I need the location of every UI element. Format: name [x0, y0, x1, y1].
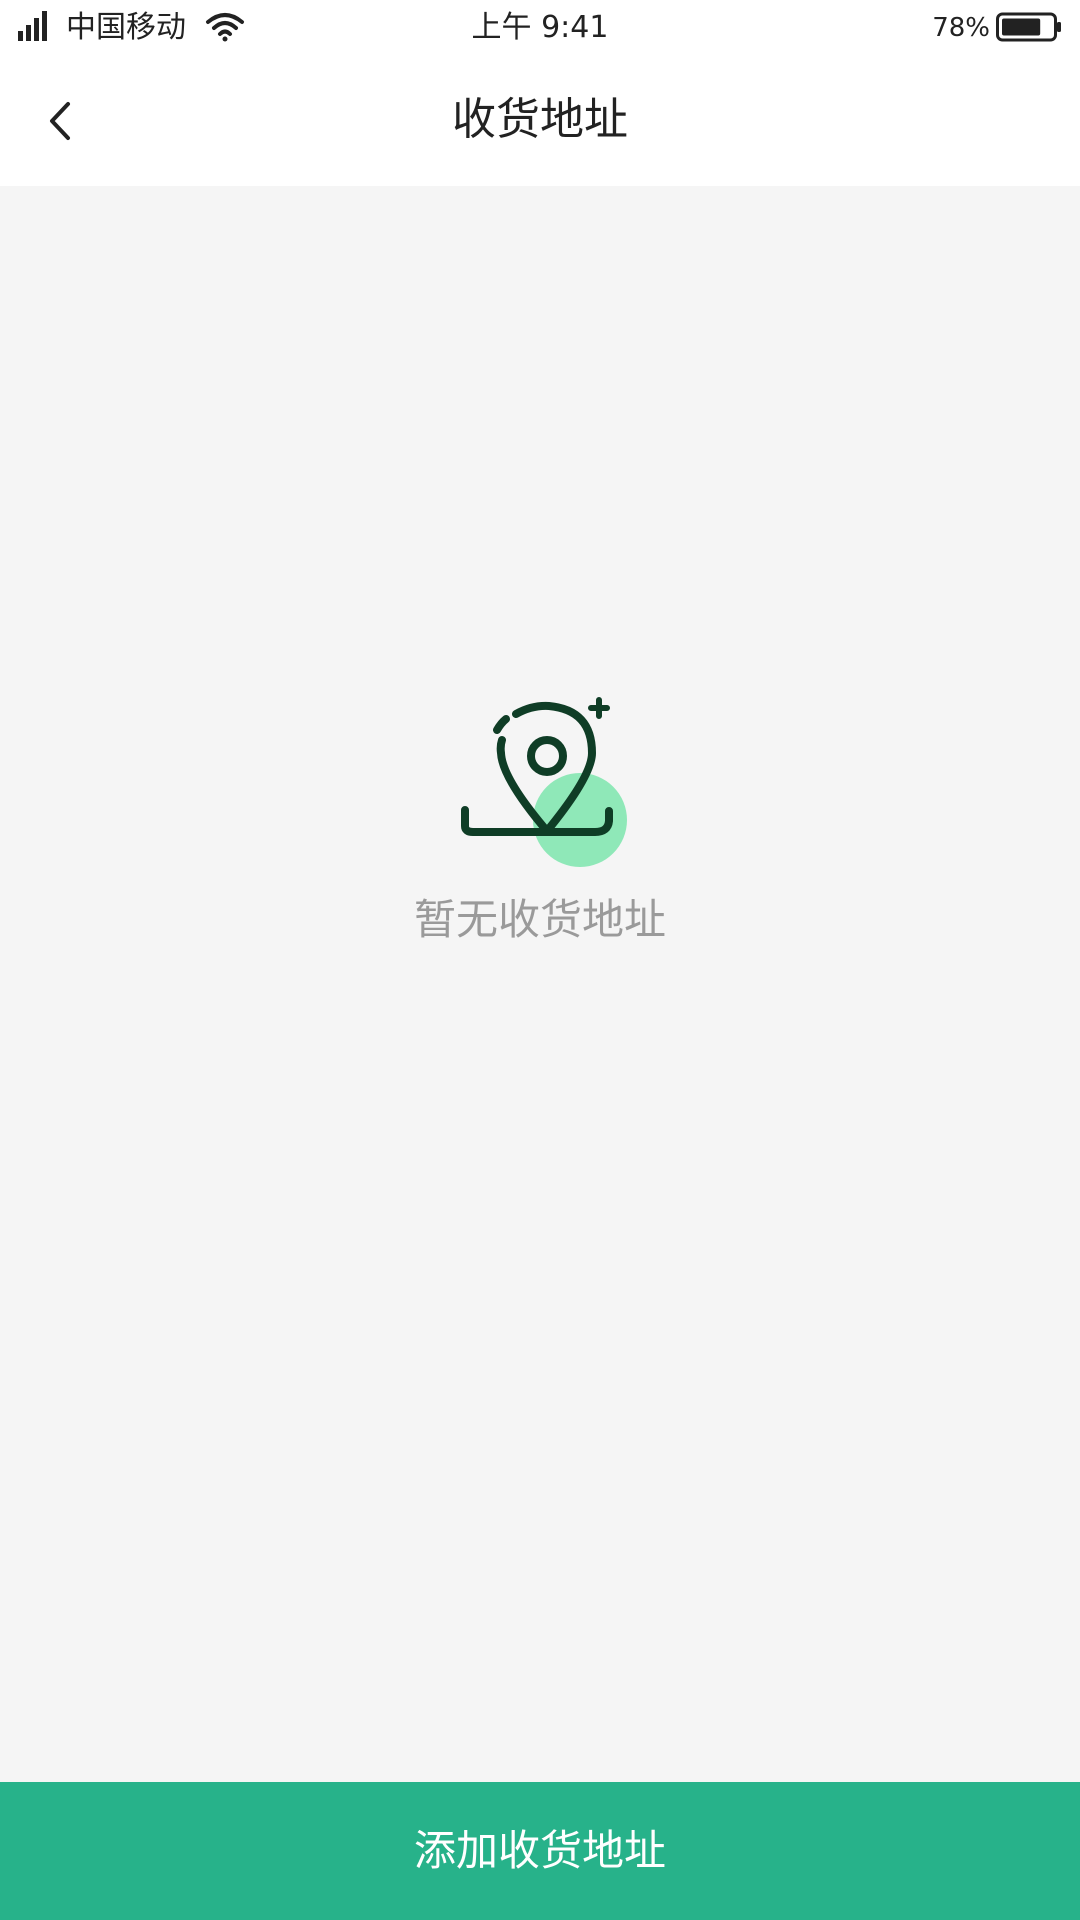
battery-icon: [996, 12, 1061, 42]
status-bar: 中国移动 上午 9:41 78%: [0, 0, 1080, 58]
nav-bar: 收货地址: [0, 58, 1080, 186]
back-button[interactable]: [30, 88, 96, 154]
page-title: 收货地址: [452, 94, 628, 145]
battery-percent: 78%: [932, 13, 990, 43]
location-pin-icon: [461, 697, 627, 867]
empty-message: 暂无收货地址: [413, 895, 666, 944]
chevron-left-icon: [50, 102, 70, 140]
empty-state: 暂无收货地址: [0, 690, 1080, 970]
status-time: 上午 9:41: [471, 10, 609, 45]
add-address-button[interactable]: 添加收货地址: [0, 1782, 1080, 1920]
